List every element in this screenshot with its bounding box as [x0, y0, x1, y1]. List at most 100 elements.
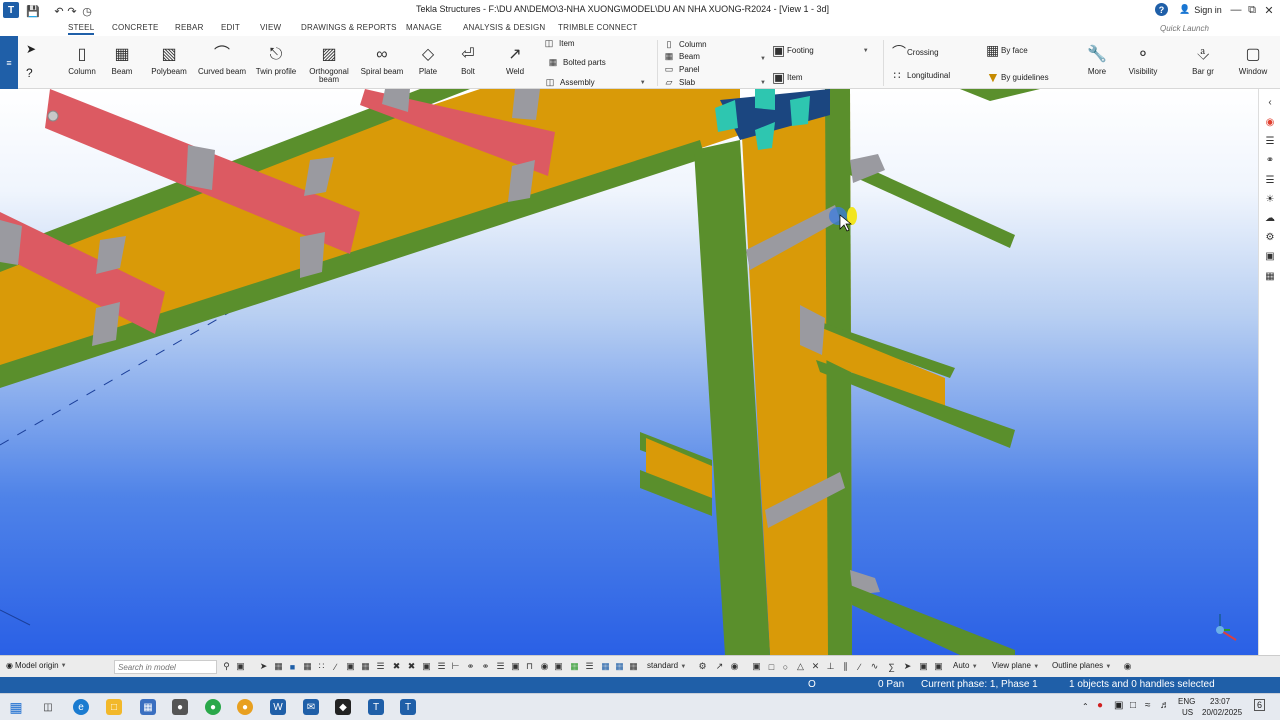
model-origin-dropdown[interactable]: ◉ Model origin ▼: [6, 661, 67, 670]
concrete-column-button[interactable]: ▯ Column: [664, 39, 707, 50]
select-grid-icon[interactable]: ▦: [302, 661, 313, 672]
work-point-icon[interactable]: [47, 110, 59, 122]
language-indicator[interactable]: ENG: [1178, 697, 1195, 706]
bolted-parts-button[interactable]: ▦ Bolted parts: [548, 57, 606, 68]
select-tool-icon[interactable]: ➤: [26, 42, 36, 56]
snap-icon[interactable]: ▣: [510, 661, 521, 672]
snap-triangle-icon[interactable]: △: [795, 661, 806, 672]
tab-rebar[interactable]: REBAR: [175, 23, 204, 32]
snap-icon[interactable]: ▣: [553, 661, 564, 672]
snap-square-icon[interactable]: □: [766, 661, 777, 672]
task-view-icon[interactable]: ◫: [40, 699, 56, 715]
chevron-left-icon[interactable]: ‹: [1263, 95, 1277, 109]
tekla-2024-icon[interactable]: T: [368, 699, 384, 715]
chrome-icon[interactable]: ●: [237, 699, 253, 715]
pointer-icon[interactable]: ↗: [714, 661, 725, 672]
speaker-icon[interactable]: ♬: [1160, 700, 1170, 711]
slab-button[interactable]: ▱ Slab: [664, 77, 695, 88]
assembly-button[interactable]: ◫ Assembly ▼: [545, 77, 646, 88]
tab-concrete[interactable]: CONCRETE: [112, 23, 159, 32]
tab-analysis-design[interactable]: ANALYSIS & DESIGN: [463, 23, 545, 32]
snap-box-icon[interactable]: ▣: [933, 661, 944, 672]
auto-dropdown[interactable]: Auto ▼: [953, 661, 978, 670]
search-icon[interactable]: ⚲: [221, 661, 232, 672]
snap-icon[interactable]: ✖: [406, 661, 417, 672]
snap-icon[interactable]: ▣: [421, 661, 432, 672]
properties-icon[interactable]: ◉: [1263, 115, 1277, 129]
status-phase[interactable]: Current phase: 1, Phase 1: [921, 679, 1038, 690]
select-components-icon[interactable]: ▣: [345, 661, 356, 672]
select-welds-icon[interactable]: ☰: [375, 661, 386, 672]
zoom-icon[interactable]: ▣: [235, 661, 246, 672]
snap-free-icon[interactable]: ➤: [902, 661, 913, 672]
snap-icon[interactable]: ▦: [569, 661, 580, 672]
minimize-icon[interactable]: —: [1229, 3, 1243, 17]
restore-icon[interactable]: ⧉: [1245, 3, 1259, 17]
select-bolts-icon[interactable]: ▦: [360, 661, 371, 672]
sign-in-button[interactable]: 👤 Sign in: [1179, 4, 1222, 15]
chevron-down-icon[interactable]: ▼: [760, 56, 766, 62]
snap-icon[interactable]: ✖: [391, 661, 402, 672]
tab-view[interactable]: VIEW: [260, 23, 281, 32]
bar-group-button[interactable]: ⎀ Bar gr: [1188, 36, 1218, 76]
snap-icon[interactable]: ▦: [600, 661, 611, 672]
tab-manage[interactable]: MANAGE: [406, 23, 442, 32]
tab-edit[interactable]: EDIT: [221, 23, 240, 32]
select-lines-icon[interactable]: ∕: [330, 661, 341, 672]
snap-parallel-icon[interactable]: ∥: [840, 661, 851, 672]
file-explorer-icon[interactable]: □: [106, 699, 122, 715]
snap-icon[interactable]: ⊢: [450, 661, 461, 672]
close-icon[interactable]: ✕: [1262, 3, 1276, 17]
curved-beam-button[interactable]: ⌒ Curved beam: [196, 36, 248, 76]
snap-icon[interactable]: ☰: [495, 661, 506, 672]
model-3d-view[interactable]: [0, 89, 1258, 655]
snap-cross-icon[interactable]: ✕: [810, 661, 821, 672]
snap-icon[interactable]: ▦: [628, 661, 639, 672]
gear-icon[interactable]: ⚙: [1263, 230, 1277, 244]
tray-app-icon[interactable]: □: [1130, 700, 1136, 711]
by-face-button[interactable]: ▦ By face: [986, 42, 1028, 59]
tray-app-icon[interactable]: ▣: [1114, 700, 1123, 711]
layers-icon[interactable]: ☰: [1263, 134, 1277, 148]
standard-dropdown[interactable]: standard ▼: [647, 661, 686, 670]
word-icon[interactable]: W: [270, 699, 286, 715]
wifi-icon[interactable]: ≈: [1145, 700, 1151, 711]
select-mode-icon[interactable]: ➤: [258, 661, 269, 672]
snap-circle-icon[interactable]: ○: [780, 661, 791, 672]
snap-icon[interactable]: ☰: [584, 661, 595, 672]
select-objects-icon[interactable]: ■: [287, 661, 298, 672]
snap-box-icon[interactable]: ▣: [918, 661, 929, 672]
by-guidelines-button[interactable]: ▼ By guidelines: [986, 69, 1049, 85]
snap-icon[interactable]: ⚭: [480, 661, 491, 672]
snap-icon[interactable]: ▦: [614, 661, 625, 672]
crossing-button[interactable]: ⌒ Crossing: [892, 42, 939, 62]
concrete-item-button[interactable]: ▣ Item: [772, 69, 803, 86]
snap-wave-icon[interactable]: ∿: [869, 661, 880, 672]
notification-badge[interactable]: 6: [1254, 699, 1266, 711]
tab-steel[interactable]: STEEL: [68, 23, 95, 35]
query-tool-icon[interactable]: ?: [26, 66, 33, 80]
snap-icon[interactable]: ☰: [436, 661, 447, 672]
edge-browser-icon[interactable]: e: [73, 699, 89, 715]
chevron-down-icon[interactable]: ▼: [863, 48, 869, 54]
tray-app-icon[interactable]: ●: [1097, 700, 1103, 711]
catalog-icon[interactable]: ☰: [1263, 173, 1277, 187]
shield-icon[interactable]: ◆: [335, 699, 351, 715]
settings-icon[interactable]: ⚙: [697, 661, 708, 672]
eye-icon[interactable]: ◉: [729, 661, 740, 672]
snap-icon[interactable]: ◉: [539, 661, 550, 672]
bolt-button[interactable]: ⏎ Bolt: [452, 36, 484, 76]
longitudinal-button[interactable]: ∷ Longitudinal: [892, 69, 951, 82]
connections-icon[interactable]: ⚭: [1263, 153, 1277, 167]
cloud-icon[interactable]: ☁: [1263, 211, 1277, 225]
panel-button[interactable]: ▭ Panel: [664, 64, 700, 75]
beam-button[interactable]: ▦ Beam: [104, 36, 140, 76]
clock-time[interactable]: 23:07: [1210, 697, 1230, 706]
chevron-up-icon[interactable]: ⌃: [1082, 702, 1089, 711]
item-button[interactable]: ◫ Item: [544, 38, 575, 49]
tekla-icon[interactable]: T: [400, 699, 416, 715]
tab-drawings-reports[interactable]: DRAWINGS & REPORTS: [301, 23, 397, 32]
visibility-button[interactable]: ⚬ Visibility: [1124, 36, 1162, 76]
help-icon[interactable]: ?: [1155, 3, 1168, 16]
snap-square-icon[interactable]: ▣: [751, 661, 762, 672]
